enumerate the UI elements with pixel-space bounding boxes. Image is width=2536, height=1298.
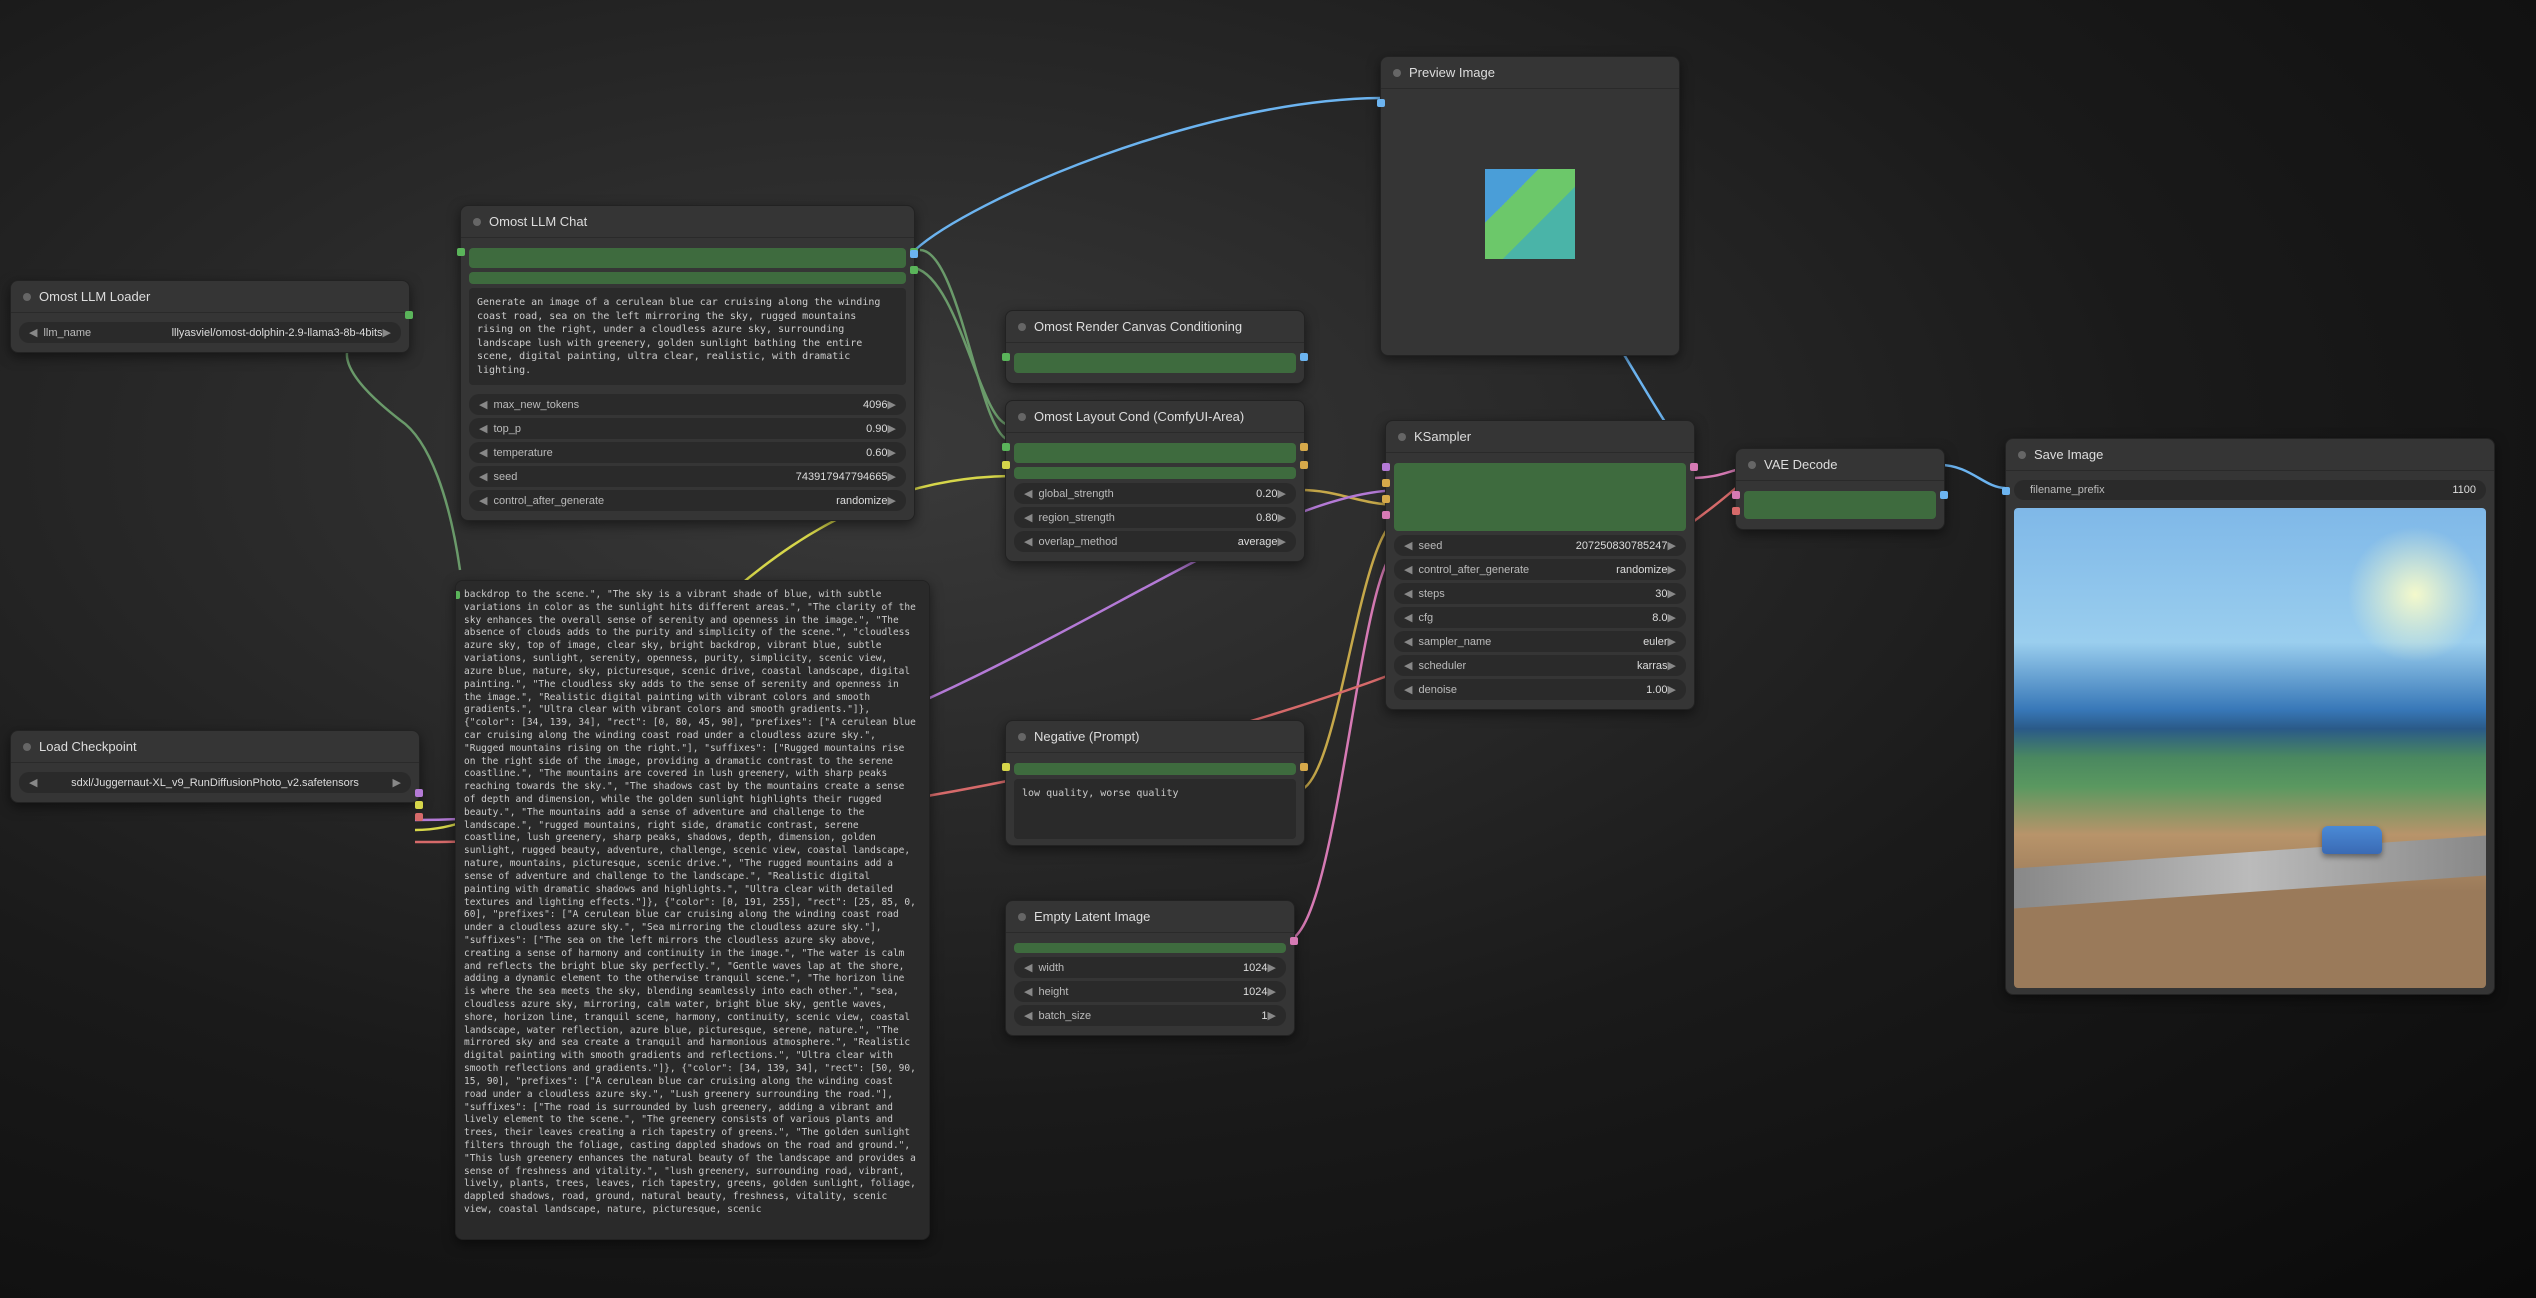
node-title: Empty Latent Image bbox=[1034, 909, 1150, 924]
chevron-right-icon[interactable]: ▶ bbox=[383, 326, 391, 339]
node-vae-decode[interactable]: VAE Decode bbox=[1735, 448, 1945, 530]
param-width[interactable]: ◀width1024▶ bbox=[1014, 957, 1286, 978]
chevron-left-icon[interactable]: ◀ bbox=[29, 326, 37, 339]
node-ksampler[interactable]: KSampler ◀seed207250830785247▶ ◀control_… bbox=[1385, 420, 1695, 710]
node-title: Omost LLM Chat bbox=[489, 214, 587, 229]
param-control-after-generate[interactable]: ◀control_after_generaterandomize▶ bbox=[469, 490, 906, 511]
param-overlap-method[interactable]: ◀overlap_methodaverage▶ bbox=[1014, 531, 1296, 552]
node-title: VAE Decode bbox=[1764, 457, 1837, 472]
param-ks-scheduler[interactable]: ◀schedulerkarras▶ bbox=[1394, 655, 1686, 676]
node-canvas-detail[interactable]: backdrop to the scene.", "The sky is a v… bbox=[455, 580, 930, 1240]
node-title: Preview Image bbox=[1409, 65, 1495, 80]
node-render-canvas-conditioning[interactable]: Omost Render Canvas Conditioning bbox=[1005, 310, 1305, 384]
node-title: Load Checkpoint bbox=[39, 739, 137, 754]
node-title: Omost Layout Cond (ComfyUI-Area) bbox=[1034, 409, 1244, 424]
param-filename-prefix[interactable]: filename_prefix 1100 bbox=[2014, 480, 2486, 500]
param-max-new-tokens[interactable]: ◀max_new_tokens4096▶ bbox=[469, 394, 906, 415]
detail-textarea[interactable]: backdrop to the scene.", "The sky is a v… bbox=[456, 581, 929, 1239]
param-ks-control[interactable]: ◀control_after_generaterandomize▶ bbox=[1394, 559, 1686, 580]
node-empty-latent-image[interactable]: Empty Latent Image ◀width1024▶ ◀height10… bbox=[1005, 900, 1295, 1036]
param-temperature[interactable]: ◀temperature0.60▶ bbox=[469, 442, 906, 463]
param-ks-seed[interactable]: ◀seed207250830785247▶ bbox=[1394, 535, 1686, 556]
param-region-strength[interactable]: ◀region_strength0.80▶ bbox=[1014, 507, 1296, 528]
node-title: Omost LLM Loader bbox=[39, 289, 150, 304]
output-image bbox=[2014, 508, 2486, 988]
param-ks-steps[interactable]: ◀steps30▶ bbox=[1394, 583, 1686, 604]
node-omost-llm-chat[interactable]: Omost LLM Chat Generate an image of a ce… bbox=[460, 205, 915, 521]
param-batch-size[interactable]: ◀batch_size1▶ bbox=[1014, 1005, 1286, 1026]
chevron-left-icon[interactable]: ◀ bbox=[29, 776, 37, 789]
preview-thumbnail bbox=[1485, 169, 1575, 259]
prompt-textarea[interactable]: Generate an image of a cerulean blue car… bbox=[469, 288, 906, 385]
param-global-strength[interactable]: ◀global_strength0.20▶ bbox=[1014, 483, 1296, 504]
param-seed[interactable]: ◀seed743917947794665▶ bbox=[469, 466, 906, 487]
node-save-image[interactable]: Save Image filename_prefix 1100 bbox=[2005, 438, 2495, 995]
node-negative-prompt[interactable]: Negative (Prompt) low quality, worse qua… bbox=[1005, 720, 1305, 846]
negative-textarea[interactable]: low quality, worse quality bbox=[1014, 779, 1296, 839]
node-omost-llm-loader[interactable]: Omost LLM Loader ◀ llm_name lllyasviel/o… bbox=[10, 280, 410, 353]
param-ckpt-name[interactable]: ◀ sdxl/Juggernaut-XL_v9_RunDiffusionPhot… bbox=[19, 772, 411, 793]
param-ks-cfg[interactable]: ◀cfg8.0▶ bbox=[1394, 607, 1686, 628]
node-preview-image[interactable]: Preview Image bbox=[1380, 56, 1680, 356]
node-load-checkpoint[interactable]: Load Checkpoint ◀ sdxl/Juggernaut-XL_v9_… bbox=[10, 730, 420, 803]
param-ks-denoise[interactable]: ◀denoise1.00▶ bbox=[1394, 679, 1686, 700]
param-height[interactable]: ◀height1024▶ bbox=[1014, 981, 1286, 1002]
node-title: Save Image bbox=[2034, 447, 2103, 462]
chevron-right-icon[interactable]: ▶ bbox=[393, 776, 401, 789]
node-title: Omost Render Canvas Conditioning bbox=[1034, 319, 1242, 334]
node-layout-cond[interactable]: Omost Layout Cond (ComfyUI-Area) ◀global… bbox=[1005, 400, 1305, 562]
param-ks-sampler[interactable]: ◀sampler_nameeuler▶ bbox=[1394, 631, 1686, 652]
node-title: KSampler bbox=[1414, 429, 1471, 444]
node-title: Negative (Prompt) bbox=[1034, 729, 1139, 744]
param-top-p[interactable]: ◀top_p0.90▶ bbox=[469, 418, 906, 439]
param-llm-name[interactable]: ◀ llm_name lllyasviel/omost-dolphin-2.9-… bbox=[19, 322, 401, 343]
